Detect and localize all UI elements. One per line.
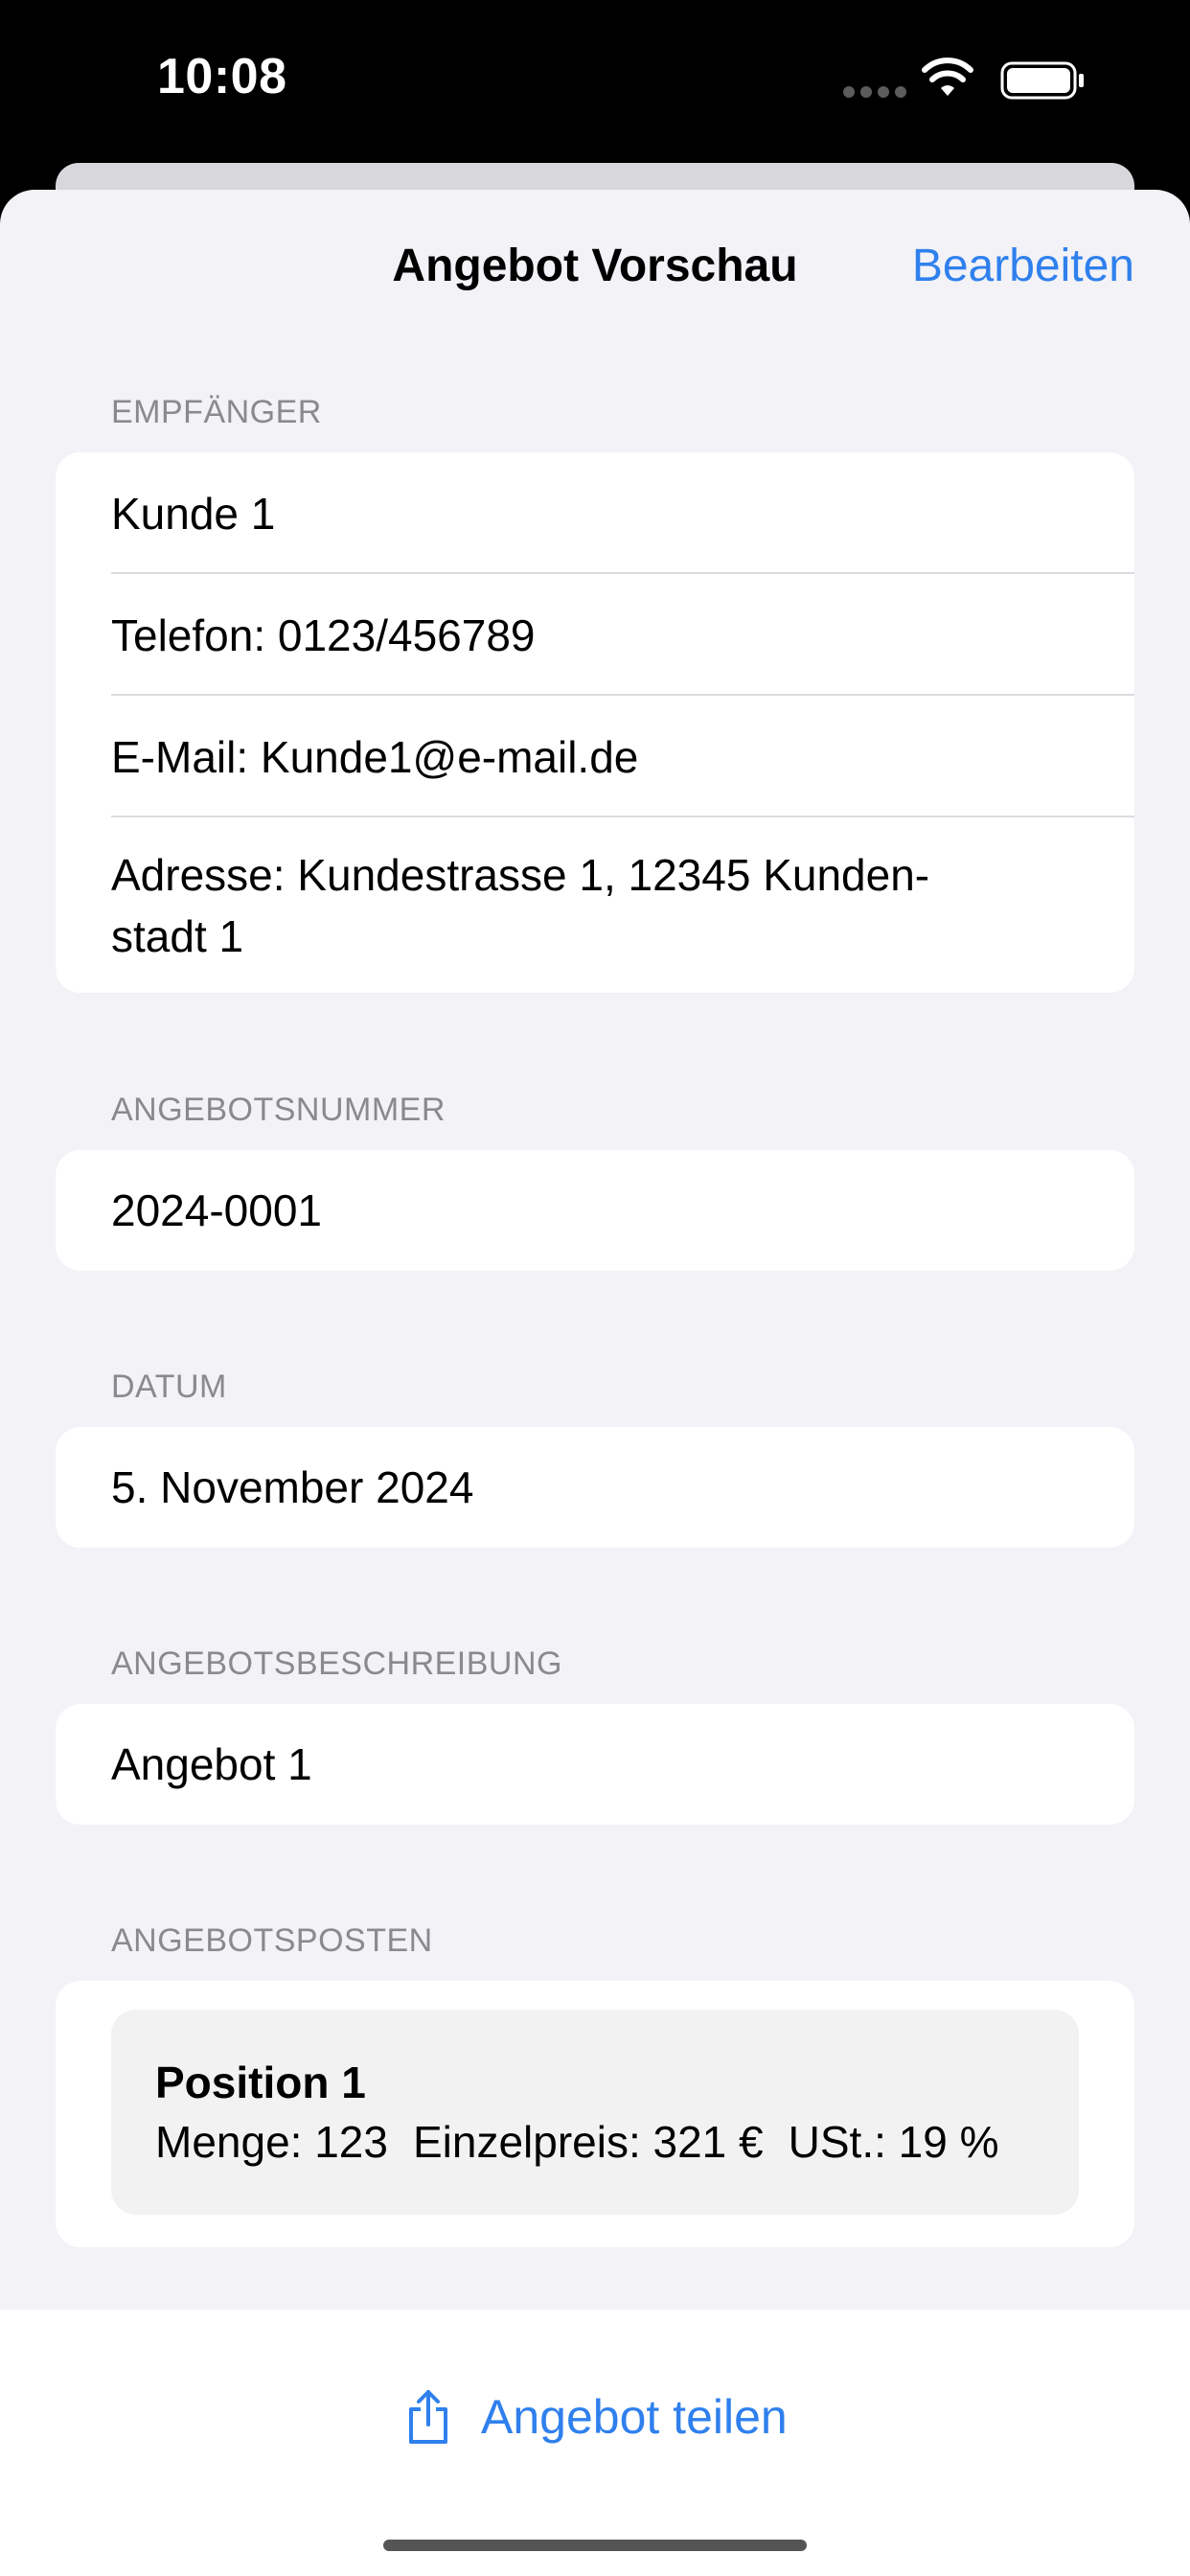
description-card: Angebot 1 (56, 1704, 1134, 1825)
section-header-offer-number: ANGEBOTSNUMMER (111, 1092, 446, 1128)
list-item[interactable]: Position 1 Menge: 123 Einzelpreis: 321 € U… (111, 2010, 1079, 2215)
item-details: Menge: 123 Einzelpreis: 321 € USt.: 19 % (155, 2115, 1024, 2169)
date-card: 5. November 2024 (56, 1427, 1134, 1548)
cellular-dots-icon (843, 86, 906, 98)
edit-button[interactable]: Bearbeiten (912, 240, 1134, 293)
item-title: Position 1 (155, 2058, 366, 2107)
recipient-name: Kunde 1 (111, 489, 276, 539)
section-header-date: DATUM (111, 1368, 227, 1405)
offer-number-card: 2024-0001 (56, 1150, 1134, 1271)
home-indicator (383, 2540, 807, 2551)
recipient-address-line1: Adresse: Kundestrasse 1, 12345 Kunden- (111, 850, 930, 900)
preview-sheet: Angebot Vorschau Bearbeiten EMPFÄNGER Ku… (0, 190, 1190, 2576)
recipient-email: E-Mail: Kunde1@e-mail.de (111, 732, 639, 782)
section-header-description: ANGEBOTSBESCHREIBUNG (111, 1645, 562, 1682)
section-header-items: ANGEBOTSPOSTEN (111, 1922, 433, 1959)
bottom-bar: Angebot teilen (0, 2310, 1190, 2576)
recipient-address-line2: stadt 1 (111, 911, 244, 961)
date-value: 5. November 2024 (111, 1462, 474, 1512)
description-value: Angebot 1 (111, 1739, 312, 1789)
divider (111, 694, 1134, 696)
status-time: 10:08 (157, 49, 287, 104)
section-header-recipient: EMPFÄNGER (111, 394, 322, 430)
status-bar: 10:08 (0, 0, 1190, 163)
share-icon (409, 2390, 447, 2444)
battery-icon (1000, 61, 1084, 100)
divider (111, 572, 1134, 574)
recipient-card: Kunde 1 Telefon: 0123/456789 E-Mail: Kun… (56, 452, 1134, 993)
share-button[interactable]: Angebot teilen (404, 2382, 788, 2451)
item-vat: USt.: 19 % (788, 2117, 999, 2167)
item-unit-price: Einzelpreis: 321 € (412, 2117, 764, 2167)
share-label: Angebot teilen (481, 2390, 788, 2444)
recipient-phone: Telefon: 0123/456789 (111, 610, 536, 660)
wifi-icon (922, 58, 973, 96)
items-card: Position 1 Menge: 123 Einzelpreis: 321 € U… (56, 1981, 1134, 2247)
item-quantity: Menge: 123 (155, 2117, 388, 2167)
offer-number-value: 2024-0001 (111, 1185, 322, 1235)
divider (111, 816, 1134, 817)
